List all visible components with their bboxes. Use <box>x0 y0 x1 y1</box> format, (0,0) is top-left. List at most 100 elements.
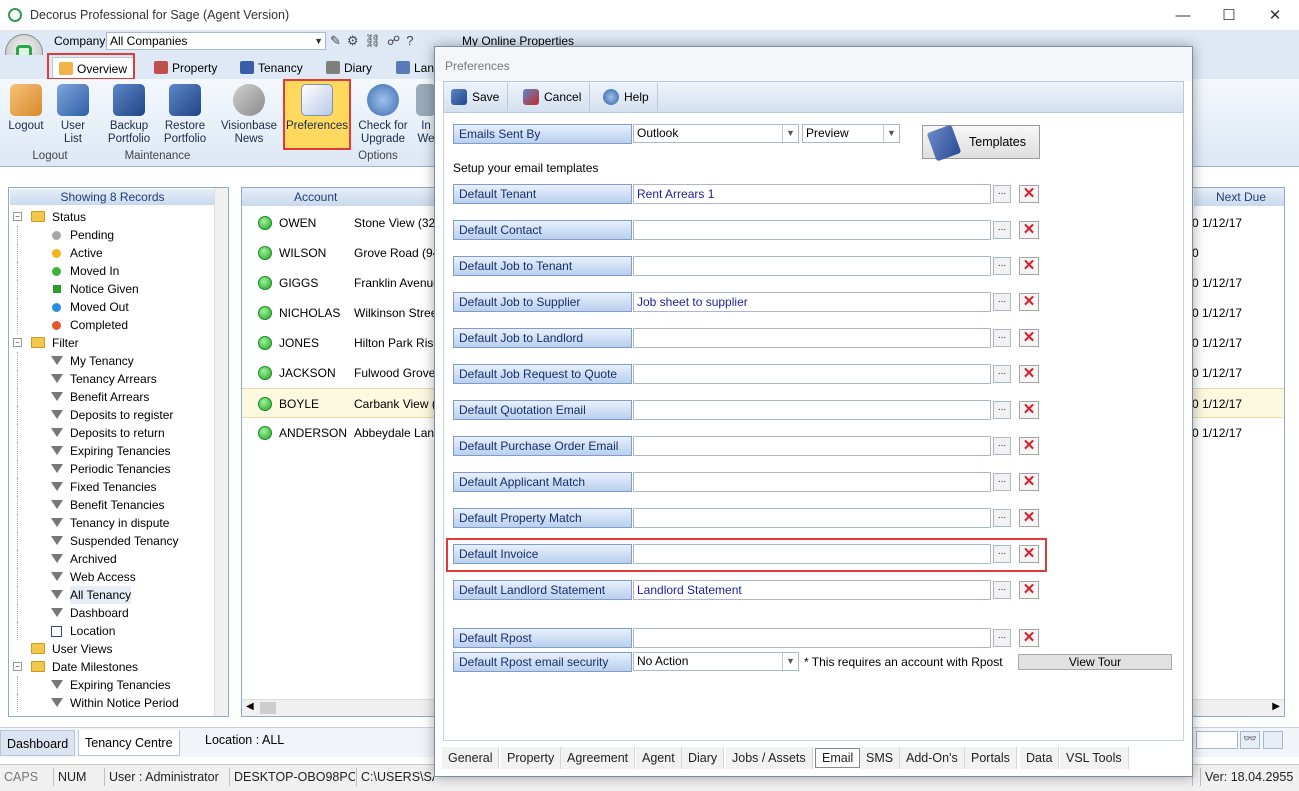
restore-portfolio-button[interactable]: Restore Portfolio <box>159 84 211 146</box>
logout-button[interactable]: Logout <box>4 84 48 133</box>
tree-item[interactable]: User Views <box>9 640 214 658</box>
preferences-button[interactable]: Preferences <box>285 84 349 133</box>
check-upgrade-button[interactable]: Check for Upgrade <box>354 84 412 146</box>
tab-general[interactable]: General <box>442 747 500 769</box>
expand-toggle-icon[interactable]: − <box>13 212 22 221</box>
tree-item[interactable]: Deposits to register <box>9 406 214 424</box>
default-property-match-clear-icon[interactable]: ✕ <box>1019 509 1039 527</box>
tree-item[interactable]: Benefit Tenancies <box>9 496 214 514</box>
templates-button[interactable]: Templates <box>922 124 1040 162</box>
maximize-button[interactable]: ☐ <box>1206 0 1252 31</box>
column-next-due[interactable]: Next Due <box>1194 188 1284 206</box>
tab-dashboard[interactable]: Dashboard <box>0 730 76 756</box>
tree-scrollbar[interactable] <box>214 188 228 716</box>
default-purchase-order-email-browse-button[interactable]: ... <box>993 437 1011 455</box>
tree-item[interactable]: Tenancy in dispute <box>9 514 214 532</box>
tab-jobs-assets[interactable]: Jobs / Assets <box>726 747 813 769</box>
close-button[interactable]: ✕ <box>1252 0 1298 31</box>
tree-item[interactable]: Completed <box>9 316 214 334</box>
visionbase-news-button[interactable]: Visionbase News <box>218 84 280 146</box>
tree-item[interactable]: Web Access <box>9 568 214 586</box>
scroll-right-icon[interactable]: ▶ <box>1272 701 1280 712</box>
tree-item[interactable]: Deposits to return <box>9 424 214 442</box>
default-landlord-statement-field[interactable]: Landlord Statement <box>633 580 991 600</box>
search-box[interactable] <box>1196 731 1238 749</box>
tree-item[interactable]: − Filter <box>9 334 214 352</box>
tree-item[interactable]: Moved In <box>9 262 214 280</box>
tree-item[interactable]: Notice Given <box>9 280 214 298</box>
rpost-field[interactable] <box>633 628 991 648</box>
tree-item[interactable]: Moved Out <box>9 298 214 316</box>
tab-property[interactable]: Property <box>501 747 562 769</box>
default-job-to-tenant-browse-button[interactable]: ... <box>993 257 1011 275</box>
default-tenant-clear-icon[interactable]: ✕ <box>1019 185 1039 203</box>
default-contact-clear-icon[interactable]: ✕ <box>1019 221 1039 239</box>
default-landlord-statement-browse-button[interactable]: ... <box>993 581 1011 599</box>
tree-item[interactable]: − Date Milestones <box>9 658 214 676</box>
rpost-clear-icon[interactable]: ✕ <box>1019 629 1039 647</box>
scroll-left-icon[interactable]: ◀ <box>246 701 254 712</box>
default-quotation-email-browse-button[interactable]: ... <box>993 401 1011 419</box>
default-property-match-browse-button[interactable]: ... <box>993 509 1011 527</box>
default-job-to-supplier-field[interactable]: Job sheet to supplier <box>633 292 991 312</box>
tab-agreement[interactable]: Agreement <box>561 747 636 769</box>
default-job-to-tenant-clear-icon[interactable]: ✕ <box>1019 257 1039 275</box>
tab-sms[interactable]: SMS <box>860 747 901 769</box>
tab-portals[interactable]: Portals <box>965 747 1017 769</box>
tree-item[interactable]: Suspended Tenancy <box>9 532 214 550</box>
default-contact-browse-button[interactable]: ... <box>993 221 1011 239</box>
backup-portfolio-button[interactable]: Backup Portfolio <box>103 84 155 146</box>
minimize-button[interactable]: — <box>1160 0 1206 31</box>
default-job-to-supplier-clear-icon[interactable]: ✕ <box>1019 293 1039 311</box>
column-account[interactable]: Account <box>242 188 442 206</box>
save-button[interactable]: Save <box>444 83 509 111</box>
cancel-button[interactable]: Cancel <box>516 83 591 111</box>
company-select[interactable]: All Companies ▼ <box>106 32 326 50</box>
default-job-to-landlord-browse-button[interactable]: ... <box>993 329 1011 347</box>
help-button[interactable]: Help <box>596 83 658 111</box>
default-purchase-order-email-clear-icon[interactable]: ✕ <box>1019 437 1039 455</box>
tree-item[interactable]: Location <box>9 622 214 640</box>
default-tenant-browse-button[interactable]: ... <box>993 185 1011 203</box>
default-job-request-to-quote-clear-icon[interactable]: ✕ <box>1019 365 1039 383</box>
default-quotation-email-field[interactable] <box>633 400 991 420</box>
default-job-to-tenant-field[interactable] <box>633 256 991 276</box>
default-job-to-landlord-clear-icon[interactable]: ✕ <box>1019 329 1039 347</box>
tree-item[interactable]: All Tenancy <box>9 586 214 604</box>
expand-toggle-icon[interactable]: − <box>13 662 22 671</box>
tree-item[interactable]: Dashboard <box>9 604 214 622</box>
rpost-security-select[interactable]: No Action ▼ <box>633 652 799 671</box>
tree-item[interactable]: Pending <box>9 226 214 244</box>
default-job-request-to-quote-field[interactable] <box>633 364 991 384</box>
tab-agent[interactable]: Agent <box>636 747 682 769</box>
default-job-request-to-quote-browse-button[interactable]: ... <box>993 365 1011 383</box>
expand-toggle-icon[interactable]: − <box>13 338 22 347</box>
tree-item[interactable]: Archived <box>9 550 214 568</box>
tree-item[interactable]: Fixed Tenancies <box>9 478 214 496</box>
default-property-match-field[interactable] <box>633 508 991 528</box>
tree-item[interactable]: Expiring Tenancies <box>9 442 214 460</box>
tab-diary[interactable]: Diary <box>320 57 378 79</box>
tab-vsl-tools[interactable]: VSL Tools <box>1060 747 1129 769</box>
default-applicant-match-clear-icon[interactable]: ✕ <box>1019 473 1039 491</box>
tab-tenancy-centre[interactable]: Tenancy Centre <box>78 730 180 756</box>
scroll-thumb[interactable] <box>260 702 276 714</box>
default-job-to-landlord-field[interactable] <box>633 328 991 348</box>
tab-landlord[interactable]: Lan <box>390 57 440 79</box>
tab-email[interactable]: Email <box>815 748 861 768</box>
tab-data[interactable]: Data <box>1020 747 1060 769</box>
default-landlord-statement-clear-icon[interactable]: ✕ <box>1019 581 1039 599</box>
tab-tenancy[interactable]: Tenancy <box>234 57 309 79</box>
tree-item[interactable]: − Status <box>9 208 214 226</box>
binoculars-icon[interactable]: 👓 <box>1240 731 1260 749</box>
refresh-icon[interactable] <box>1263 731 1283 749</box>
tree-item[interactable]: Tenancy Arrears <box>9 370 214 388</box>
tree-item[interactable]: My Tenancy <box>9 352 214 370</box>
default-job-to-supplier-browse-button[interactable]: ... <box>993 293 1011 311</box>
rpost-browse-button[interactable]: ... <box>993 629 1011 647</box>
default-purchase-order-email-field[interactable] <box>633 436 991 456</box>
tree-item[interactable]: Within Notice Period <box>9 694 214 712</box>
emails-sent-by-select[interactable]: Outlook ▼ <box>633 124 799 143</box>
default-tenant-field[interactable]: Rent Arrears 1 <box>633 184 991 204</box>
user-list-button[interactable]: User List <box>52 84 94 146</box>
